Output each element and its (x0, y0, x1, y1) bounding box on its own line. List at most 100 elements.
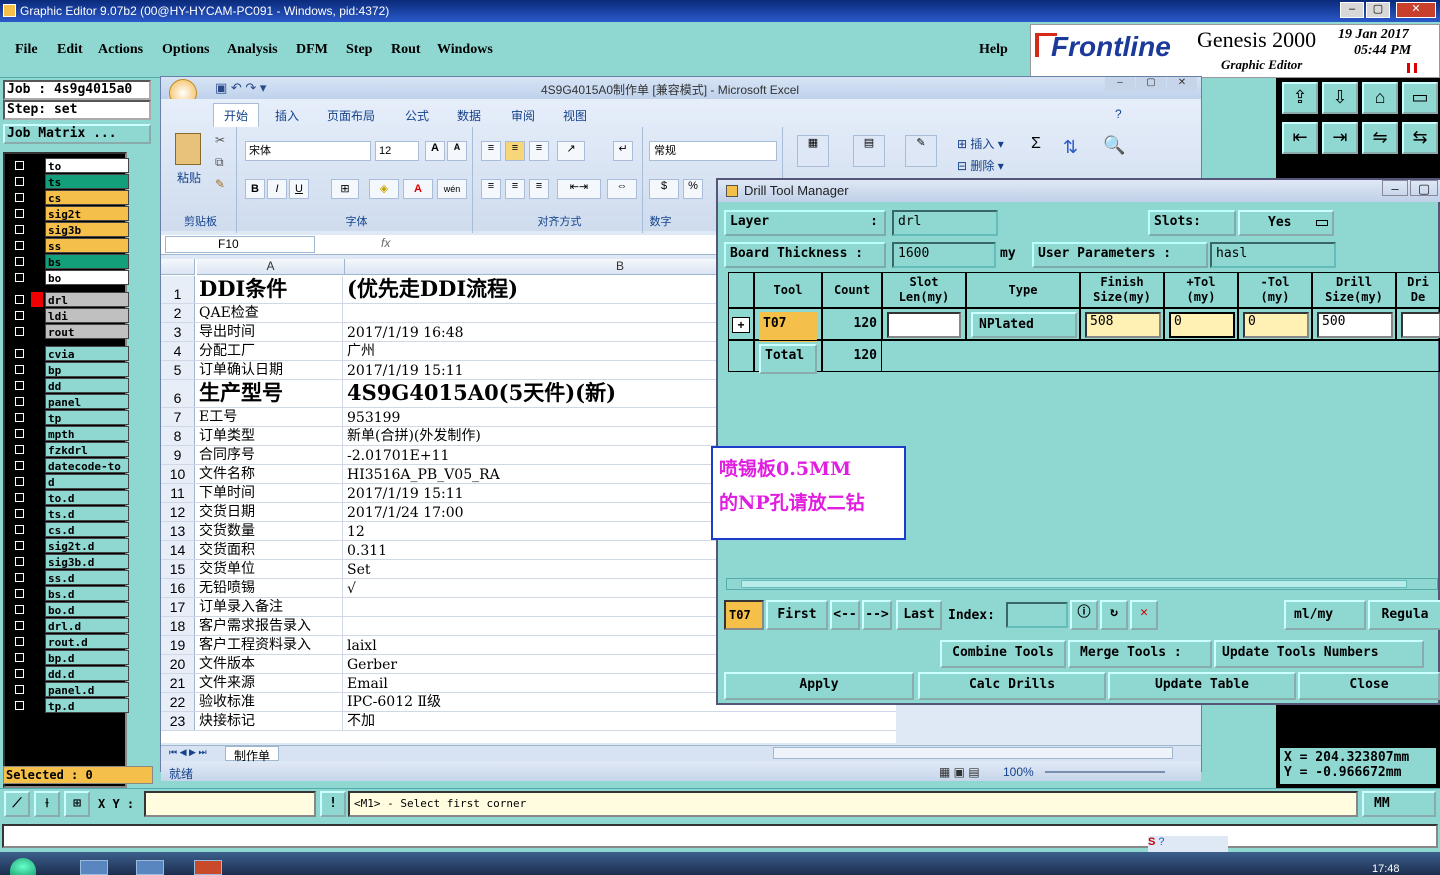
slots-select[interactable]: Yes (1238, 210, 1334, 236)
layer-row-tp-d[interactable]: tp.d (11, 698, 129, 713)
row-number[interactable]: 21 (161, 674, 195, 692)
find-icon[interactable]: 🔍 (1103, 135, 1125, 156)
excel-maximize-button[interactable]: ▢ (1136, 77, 1166, 91)
slot-len-field[interactable] (887, 312, 961, 338)
drill-horizontal-scrollbar[interactable] (726, 578, 1438, 590)
italic-icon[interactable]: I (267, 179, 287, 199)
tab-data[interactable]: 数据 (457, 107, 481, 124)
tool-value[interactable]: T07 (759, 312, 817, 342)
layer-name[interactable]: ss (45, 238, 129, 253)
row-number[interactable]: 20 (161, 655, 195, 673)
layer-affected-indicator[interactable] (31, 190, 43, 205)
cell-a[interactable]: 交货日期 (197, 503, 343, 521)
close-button[interactable]: ✕ (1396, 2, 1436, 18)
excel-minimize-button[interactable]: – (1105, 77, 1135, 91)
layer-affected-indicator[interactable] (31, 490, 43, 505)
cell-a[interactable]: 导出时间 (197, 323, 343, 341)
layer-checkbox-icon[interactable] (11, 174, 29, 189)
merge-center-icon[interactable]: ⇔ (607, 179, 637, 199)
layer-affected-indicator[interactable] (31, 538, 43, 553)
layer-row-bs-d[interactable]: bs.d (11, 586, 129, 601)
layer-affected-indicator[interactable] (31, 270, 43, 285)
row-number[interactable]: 2 (161, 304, 195, 322)
layer-row-ss[interactable]: ss (11, 238, 129, 253)
cell-a[interactable]: 文件来源 (197, 674, 343, 692)
layer-row-mpth[interactable]: mpth (11, 426, 129, 441)
layer-name[interactable]: rout.d (45, 634, 129, 649)
number-format-select[interactable]: 常规 (649, 141, 777, 161)
layer-checkbox-icon[interactable] (11, 270, 29, 285)
layer-checkbox-icon[interactable] (11, 222, 29, 237)
layer-name[interactable]: bp (45, 362, 129, 377)
layer-affected-indicator[interactable] (31, 308, 43, 323)
cut-icon[interactable]: ✂ (215, 133, 225, 147)
layer-affected-indicator[interactable] (31, 522, 43, 537)
layer-row-d[interactable]: d (11, 474, 129, 489)
layer-name[interactable]: ts.d (45, 506, 129, 521)
layer-affected-indicator[interactable] (31, 394, 43, 409)
layer-name[interactable]: bp.d (45, 650, 129, 665)
layer-row-rout-d[interactable]: rout.d (11, 634, 129, 649)
help-icon[interactable]: ? (1115, 107, 1122, 121)
layer-row-panel[interactable]: panel (11, 394, 129, 409)
combine-tools-button[interactable]: Combine Tools (940, 640, 1066, 668)
tab-formulas[interactable]: 公式 (405, 107, 429, 124)
layer-checkbox-icon[interactable] (11, 308, 29, 323)
cell-a[interactable]: 下单时间 (197, 484, 343, 502)
wrap-text-icon[interactable]: ↵ (613, 141, 633, 161)
tab-page-layout[interactable]: 页面布局 (327, 107, 375, 124)
cell-a[interactable]: 生产型号 (197, 380, 343, 407)
orientation-icon[interactable]: ↗ (557, 141, 585, 161)
font-color-icon[interactable]: A (403, 179, 433, 199)
cell-a[interactable]: 文件版本 (197, 655, 343, 673)
copy-icon[interactable]: ⧉ (215, 155, 224, 170)
row-number[interactable]: 11 (161, 484, 195, 502)
cell-a[interactable]: 炔接标记 (197, 712, 343, 730)
layer-name[interactable]: sig3b.d (45, 554, 129, 569)
layer-name[interactable]: sig3b (45, 222, 129, 237)
zoom-slider[interactable] (1045, 771, 1165, 773)
layer-checkbox-icon[interactable] (11, 394, 29, 409)
indent-icon[interactable]: ⇤⇥ (557, 179, 601, 199)
layer-name[interactable]: ss.d (45, 570, 129, 585)
cell-a[interactable]: 交货数量 (197, 522, 343, 540)
layer-affected-indicator[interactable] (31, 634, 43, 649)
row-number[interactable]: 15 (161, 560, 195, 578)
font-name-select[interactable]: 宋体 (245, 141, 371, 161)
cell-b[interactable]: 不加 (345, 712, 885, 730)
row-number[interactable]: 10 (161, 465, 195, 483)
cell-a[interactable]: 订单确认日期 (197, 361, 343, 379)
layer-name[interactable]: fzkdrl (45, 442, 129, 457)
cell-a[interactable]: 客户工程资料录入 (197, 636, 343, 654)
drill-maximize-button[interactable]: ▢ (1410, 180, 1438, 196)
layer-row-drl[interactable]: drl (11, 292, 129, 307)
next-button[interactable]: --> (862, 600, 892, 630)
grow-font-icon[interactable]: A (425, 141, 445, 161)
column-header[interactable]: Count (822, 272, 882, 308)
column-header[interactable]: Finish Size(my) (1080, 272, 1164, 308)
row-number[interactable]: 16 (161, 579, 195, 597)
layer-affected-indicator[interactable] (31, 254, 43, 269)
column-header[interactable]: Slot Len(my) (882, 272, 966, 308)
layer-checkbox-icon[interactable] (11, 538, 29, 553)
start-button-icon[interactable] (10, 858, 36, 875)
home-down-icon[interactable]: ⇩ (1322, 82, 1358, 114)
drill-size-field[interactable]: 500 (1317, 312, 1393, 338)
layer-affected-indicator[interactable] (31, 682, 43, 697)
cell-a[interactable]: 分配工厂 (197, 342, 343, 360)
layer-affected-indicator[interactable] (31, 238, 43, 253)
update-table-button[interactable]: Update Table (1108, 672, 1296, 700)
layer-checkbox-icon[interactable] (11, 426, 29, 441)
row-number[interactable]: 8 (161, 427, 195, 445)
border-icon[interactable]: ⊞ (331, 179, 359, 199)
horizontal-scrollbar[interactable] (773, 747, 1173, 759)
last-button[interactable]: Last (896, 600, 942, 630)
cell-a[interactable]: 验收标准 (197, 693, 343, 711)
row-number[interactable]: 17 (161, 598, 195, 616)
cell-a[interactable]: 交货面积 (197, 541, 343, 559)
cell-a[interactable]: 合同序号 (197, 446, 343, 464)
menu-file[interactable]: File (15, 42, 38, 58)
cell-a[interactable]: DDI条件 (197, 276, 343, 303)
menu-analysis[interactable]: Analysis (227, 42, 278, 58)
layer-checkbox-icon[interactable] (11, 474, 29, 489)
